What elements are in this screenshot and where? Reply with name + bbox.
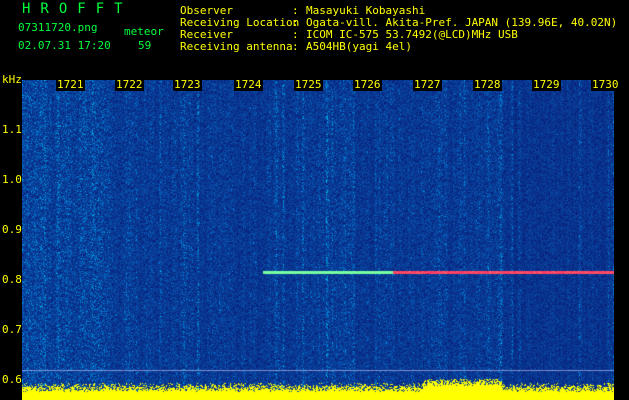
y-tick-label: 0.8 — [2, 273, 22, 286]
time-tick-label: 1725 — [294, 78, 323, 91]
time-tick-label: 1723 — [173, 78, 202, 91]
y-tick-label: 0.6 — [2, 373, 22, 386]
time-tick-label: 1722 — [115, 78, 144, 91]
antenna-label: Receiving antenna — [180, 40, 293, 53]
y-tick-label: 0.9 — [2, 223, 22, 236]
date-time: 02.07.31 17:20 — [18, 39, 111, 52]
spectrogram-image — [22, 80, 614, 400]
file-name: 07311720.png — [18, 21, 98, 34]
time-tick-label: 1721 — [56, 78, 85, 91]
time-tick-label: 1727 — [413, 78, 442, 91]
app-brand: HROFFT — [22, 1, 133, 17]
colon: : — [292, 40, 299, 53]
meteor-count: 59 — [138, 39, 152, 52]
time-axis: 1721 1722 1723 1724 1725 1726 1727 1728 … — [0, 79, 629, 91]
time-tick-label: 1728 — [473, 78, 502, 91]
y-tick-label: 1.1 — [2, 123, 22, 136]
antenna-value: A504HB(yagi 4el) — [306, 40, 412, 53]
time-tick-label: 1726 — [353, 78, 382, 91]
y-tick-label: 0.7 — [2, 323, 22, 336]
time-tick-label: 1729 — [532, 78, 561, 91]
mode-label: meteor — [124, 25, 164, 38]
y-tick-label: 1.0 — [2, 173, 22, 186]
time-tick-label: 1730 — [591, 78, 620, 91]
time-tick-label: 1724 — [234, 78, 263, 91]
